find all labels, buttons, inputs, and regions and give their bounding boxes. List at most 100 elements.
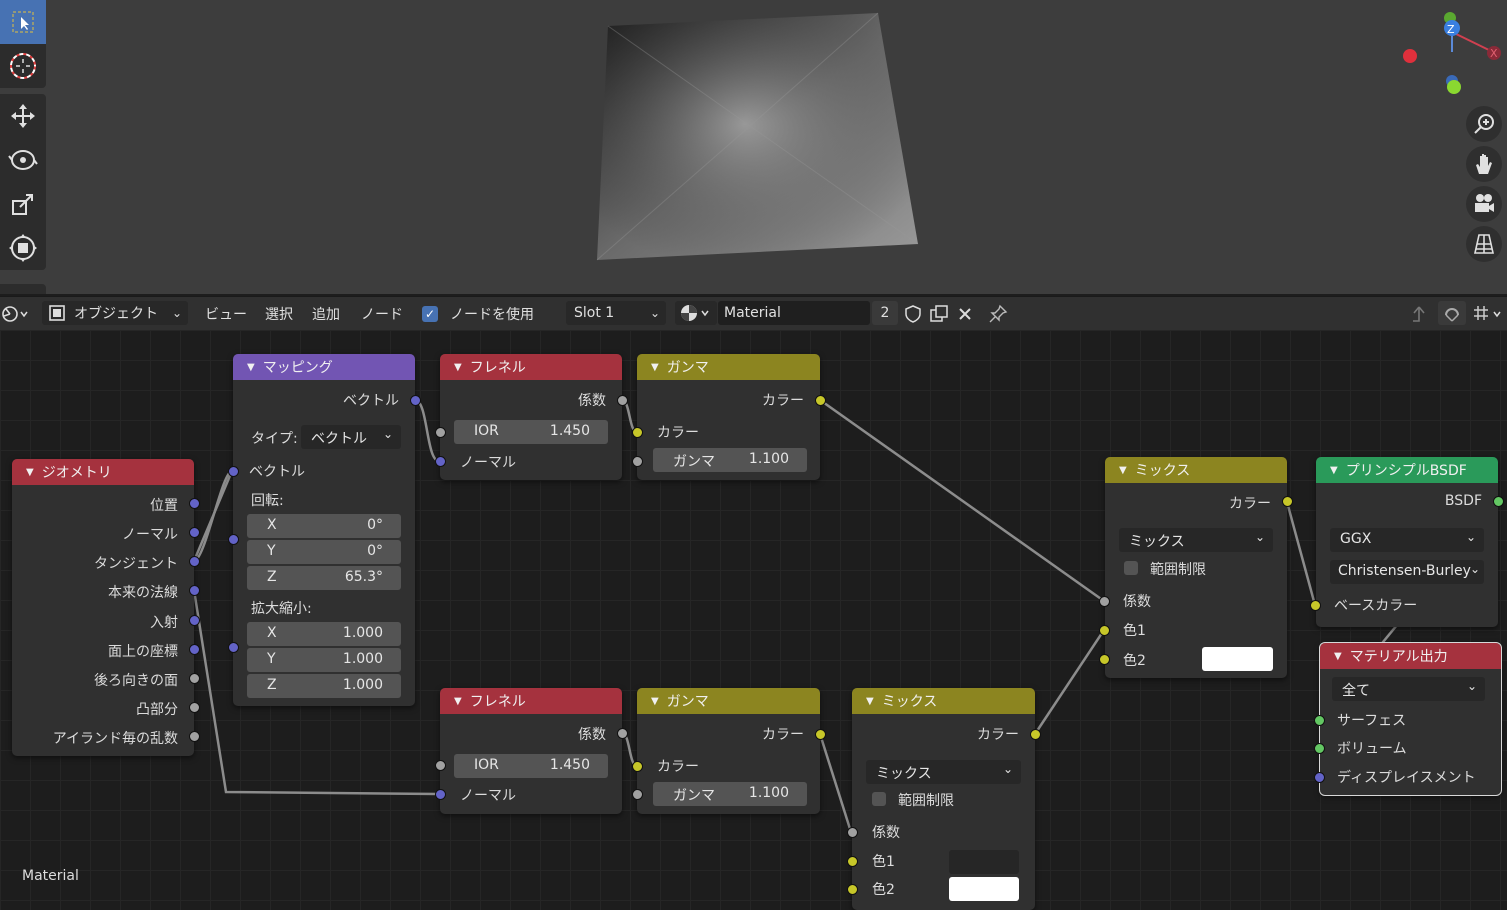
cursor-tool[interactable] [0,44,46,88]
camera-view-button[interactable] [1466,186,1502,222]
node-header[interactable]: ▼ フレネル [440,354,622,380]
node-gamma-1[interactable]: ▼ ガンマ カラー カラー ガンマ 1.100 [637,354,820,480]
scale-x-field[interactable]: X 1.000 [247,622,401,646]
socket-output[interactable] [189,615,200,626]
socket-output[interactable] [617,395,628,406]
transform-tool[interactable] [0,226,46,270]
color2-swatch[interactable] [949,877,1019,901]
socket-input[interactable] [1314,772,1325,783]
socket-input[interactable] [435,427,446,438]
material-name-field[interactable]: Material [718,301,870,325]
slot-dropdown[interactable]: Slot 1 ⌄ [566,301,666,325]
socket-input[interactable] [1099,596,1110,607]
menu-view[interactable]: ビュー [205,297,247,330]
socket-input[interactable] [1314,715,1325,726]
node-header[interactable]: ▼ ミックス [1105,457,1287,483]
socket-input[interactable] [1099,625,1110,636]
snap-mode-dropdown[interactable] [1472,297,1506,330]
socket-input[interactable] [228,466,239,477]
node-fresnel-2[interactable]: ▼ フレネル 係数 IOR 1.450 ノーマル [440,688,622,814]
socket-output[interactable] [189,585,200,596]
socket-output[interactable] [410,395,421,406]
node-header[interactable]: ▼ ガンマ [637,688,820,714]
rotation-y-field[interactable]: Y 0° [247,540,401,564]
socket-output[interactable] [189,731,200,742]
node-geometry[interactable]: ▼ ジオメトリ 位置 ノーマル タンジェント 本来の法線 入射 面上の座標 後ろ向… [12,459,194,756]
gamma-field[interactable]: ガンマ 1.100 [653,782,807,806]
socket-input[interactable] [632,761,643,772]
node-gamma-2[interactable]: ▼ ガンマ カラー カラー ガンマ 1.100 [637,688,820,814]
node-header[interactable]: ▼ ガンマ [637,354,820,380]
node-header[interactable]: ▼ マッピング [233,354,415,380]
distribution-dropdown[interactable]: GGX ⌄ [1330,528,1484,552]
node-editor-canvas[interactable]: ▼ ジオメトリ 位置 ノーマル タンジェント 本来の法線 入射 面上の座標 後ろ向… [0,330,1507,910]
socket-output[interactable] [815,729,826,740]
scale-z-field[interactable]: Z 1.000 [247,674,401,698]
node-header[interactable]: ▼ フレネル [440,688,622,714]
node-principled-bsdf[interactable]: ▼ プリンシプルBSDF BSDF GGX ⌄ Christensen-Burley… [1316,457,1498,627]
node-header[interactable]: ▼ プリンシプルBSDF [1316,457,1498,483]
socket-input[interactable] [435,760,446,771]
socket-input[interactable] [435,456,446,467]
socket-output[interactable] [1030,729,1041,740]
new-material-button[interactable] [929,297,951,330]
pan-button[interactable] [1466,146,1502,182]
ior-field[interactable]: IOR 1.450 [454,420,608,444]
zoom-button[interactable] [1466,106,1502,142]
socket-output[interactable] [617,728,628,739]
scale-y-field[interactable]: Y 1.000 [247,648,401,672]
socket-input[interactable] [847,856,858,867]
clamp-checkbox[interactable] [872,792,886,806]
color2-swatch[interactable] [1202,647,1273,671]
3d-viewport[interactable]: Z X [0,0,1507,294]
snap-toggle[interactable] [1438,301,1466,325]
socket-output[interactable] [189,702,200,713]
socket-output[interactable] [189,644,200,655]
menu-select[interactable]: 選択 [265,297,293,330]
socket-input[interactable] [228,642,239,653]
editor-type-button[interactable] [0,297,34,330]
socket-input[interactable] [1099,654,1110,665]
rotate-tool[interactable] [0,138,46,182]
material-browse-button[interactable] [675,301,717,325]
rotation-z-field[interactable]: Z 65.3° [247,566,401,590]
move-tool[interactable] [0,94,46,138]
gamma-field[interactable]: ガンマ 1.100 [653,448,807,472]
clamp-checkbox[interactable] [1124,561,1138,575]
blend-mode-dropdown[interactable]: ミックス ⌄ [1119,528,1273,552]
target-dropdown[interactable]: 全て ⌄ [1332,677,1485,701]
socket-output[interactable] [1493,496,1504,507]
plane-object[interactable] [590,8,930,268]
rotation-x-field[interactable]: X 0° [247,514,401,538]
socket-output[interactable] [189,498,200,509]
node-mix-2[interactable]: ▼ ミックス カラー ミックス ⌄ 範囲制限 係数 色1 色2 [852,688,1035,910]
socket-input[interactable] [228,534,239,545]
ortho-toggle-button[interactable] [1466,226,1502,262]
socket-output[interactable] [815,395,826,406]
color1-swatch[interactable] [949,850,1019,874]
unlink-material-button[interactable] [955,297,977,330]
menu-node[interactable]: ノード [361,297,403,330]
node-fresnel-1[interactable]: ▼ フレネル 係数 IOR 1.450 ノーマル [440,354,622,480]
node-mapping[interactable]: ▼ マッピング ベクトル タイプ: ベクトル ⌄ ベクトル 回転: X 0° Y 0° … [233,354,415,706]
blend-mode-dropdown[interactable]: ミックス ⌄ [866,760,1021,784]
node-header[interactable]: ▼ ミックス [852,688,1035,714]
select-box-tool[interactable] [0,0,46,44]
material-users-count[interactable]: 2 [872,301,898,325]
socket-input[interactable] [435,789,446,800]
pin-button[interactable] [988,297,1010,330]
socket-input[interactable] [1314,743,1325,754]
socket-output[interactable] [189,556,200,567]
socket-output[interactable] [1282,496,1293,507]
fake-user-button[interactable] [903,297,925,330]
socket-output[interactable] [189,673,200,684]
navigation-gizmo[interactable]: Z X [1395,8,1505,103]
socket-input[interactable] [632,456,643,467]
menu-add[interactable]: 追加 [312,297,340,330]
mapping-type-dropdown[interactable]: ベクトル ⌄ [301,425,401,449]
parent-node-tree-button[interactable] [1409,297,1433,330]
socket-input[interactable] [1310,600,1321,611]
use-nodes-toggle[interactable]: ✓ ノードを使用 [422,297,534,330]
node-header[interactable]: ▼ マテリアル出力 [1320,643,1501,669]
shader-type-dropdown[interactable]: オブジェクト ⌄ [42,301,188,325]
